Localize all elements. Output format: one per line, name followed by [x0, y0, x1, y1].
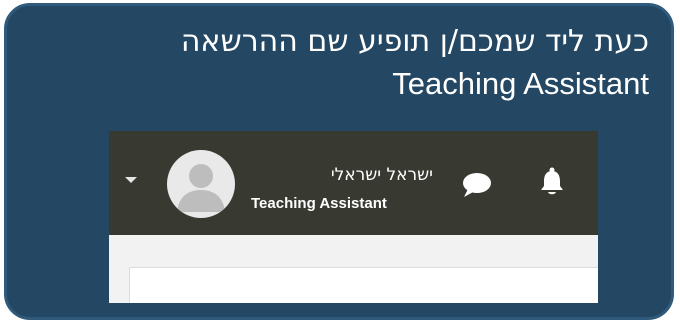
user-role: Teaching Assistant [251, 195, 387, 212]
instruction-headline: כעת ליד שמכם/ן תופיע שם ההרשאה Teaching … [181, 21, 649, 105]
user-name: ישראל ישראלי [330, 165, 433, 185]
embedded-screenshot: ישראל ישראלי Teaching Assistant [109, 131, 598, 303]
content-panel [129, 267, 598, 303]
instruction-line-1: כעת ליד שמכם/ן תופיע שם ההרשאה [180, 24, 649, 59]
bell-icon[interactable] [539, 167, 565, 197]
user-menu-bar: ישראל ישראלי Teaching Assistant [109, 131, 598, 235]
instruction-line-2: Teaching Assistant [392, 66, 649, 101]
instruction-card: כעת ליד שמכם/ן תופיע שם ההרשאה Teaching … [4, 3, 674, 320]
chevron-down-icon[interactable] [125, 177, 137, 183]
chat-bubble-icon[interactable] [461, 172, 493, 198]
user-avatar-icon[interactable] [167, 150, 235, 218]
